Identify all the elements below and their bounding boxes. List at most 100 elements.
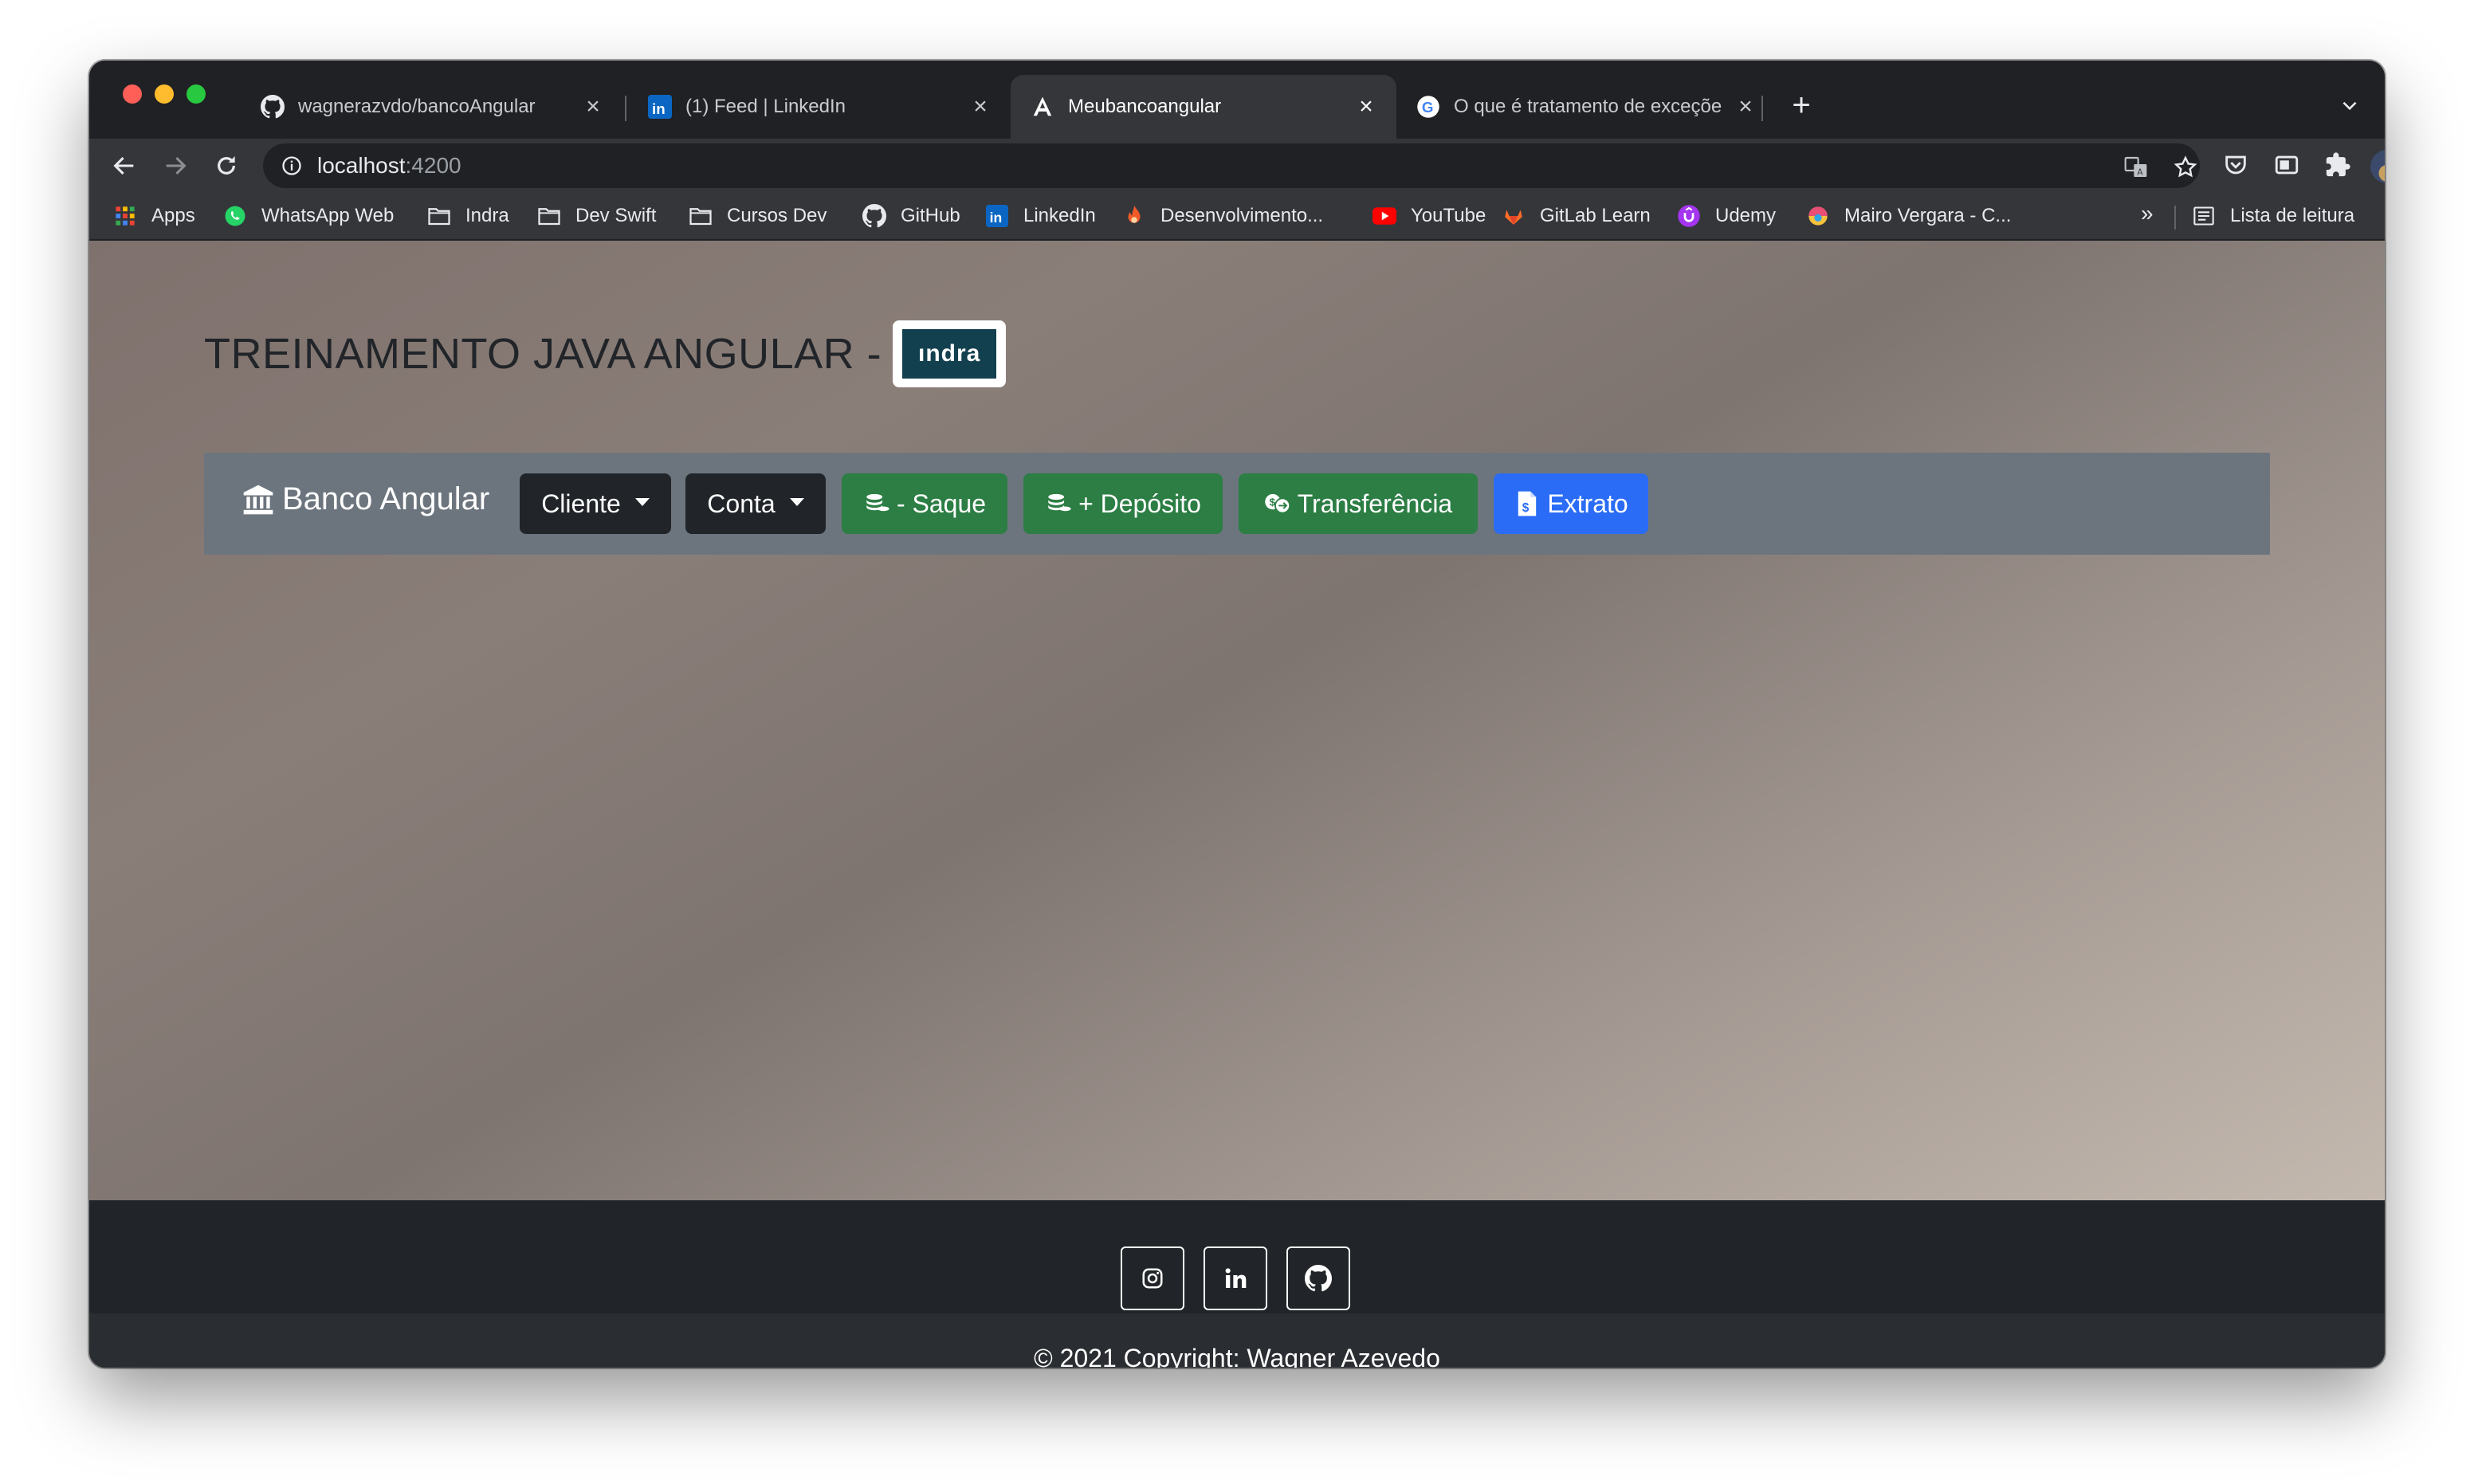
tab-linkedin[interactable]: in (1) Feed | LinkedIn ×: [628, 75, 1011, 139]
bookmark-label: Mairo Vergara - C...: [1844, 205, 2012, 226]
reading-list-button[interactable]: Lista de leitura: [2192, 202, 2354, 230]
svg-text:$: $: [1522, 501, 1530, 515]
linkedin-icon: in: [985, 204, 1009, 228]
browser-toolbar: localhost:4200 A: [89, 139, 2385, 191]
svg-text:in: in: [652, 100, 666, 117]
bookmark-whatsapp[interactable]: WhatsApp Web: [223, 202, 394, 230]
deposito-button[interactable]: + Depósito: [1023, 473, 1223, 534]
svg-text:G: G: [1422, 99, 1434, 116]
bookmark-github[interactable]: GitHub: [862, 202, 960, 230]
linkedin-button[interactable]: [1204, 1246, 1267, 1310]
bookmark-label: Desenvolvimento...: [1160, 205, 1324, 226]
minimize-window-button[interactable]: [155, 84, 174, 104]
file-invoice-icon: $: [1514, 490, 1541, 517]
bookmark-label: Dev Swift: [575, 205, 657, 226]
apps-grid-icon: [113, 204, 137, 228]
bookmark-label: GitHub: [901, 205, 960, 226]
browser-window: wagnerazvdo/bancoAngular × in (1) Feed |…: [89, 61, 2385, 1368]
conta-label: Conta: [707, 489, 776, 518]
bookmark-gitlab-learn[interactable]: GitLab Learn: [1502, 202, 1651, 230]
cliente-dropdown-button[interactable]: Cliente: [520, 473, 671, 534]
reading-list-label: Lista de leitura: [2230, 205, 2355, 226]
tab-separator: [625, 96, 626, 121]
youtube-icon: [1372, 204, 1396, 228]
tab-title: (1) Feed | LinkedIn: [685, 96, 846, 117]
transferencia-button[interactable]: $ Transferência: [1239, 473, 1478, 534]
tab-search-chevron-icon[interactable]: [2332, 88, 2367, 123]
extrato-label: Extrato: [1547, 489, 1628, 518]
saque-button[interactable]: - Saque: [842, 473, 1007, 534]
folder-icon: [537, 204, 561, 228]
folder-icon: [689, 204, 713, 228]
tab-meubancoangular[interactable]: Meubancoangular ×: [1011, 75, 1396, 139]
forward-arrow-icon[interactable]: [155, 145, 196, 186]
tab-title: Meubancoangular: [1068, 96, 1222, 117]
bookmark-star-icon[interactable]: [2170, 151, 2201, 183]
bookmarks-bar: Apps WhatsApp Web Indra Dev Swift Cursos…: [89, 191, 2385, 241]
bookmark-mairo-vergara[interactable]: Mairo Vergara - C...: [1806, 202, 2011, 230]
bank-icon: [243, 485, 273, 514]
coins-icon: [1045, 490, 1072, 517]
sidepanel-icon[interactable]: [2268, 147, 2305, 183]
bookmark-indra[interactable]: Indra: [427, 202, 509, 230]
tab-title: wagnerazvdo/bancoAngular: [298, 96, 536, 117]
udemy-icon: [1677, 204, 1701, 228]
bookmark-apps[interactable]: Apps: [113, 202, 195, 230]
instagram-button[interactable]: [1121, 1246, 1184, 1310]
url-text: localhost:4200: [317, 153, 461, 178]
gitlab-icon: [1502, 204, 1526, 228]
main-navbar: Banco Angular Cliente Conta - Saque + De…: [204, 453, 2270, 555]
tab-github[interactable]: wagnerazvdo/bancoAngular ×: [241, 75, 623, 139]
bookmarks-overflow-button[interactable]: »: [2141, 201, 2154, 226]
close-tab-icon[interactable]: ×: [969, 93, 992, 120]
site-info-icon[interactable]: [281, 155, 303, 177]
close-window-button[interactable]: [123, 84, 142, 104]
instagram-icon: [1142, 1268, 1163, 1289]
google-icon: G: [1416, 94, 1441, 120]
transferencia-label: Transferência: [1297, 489, 1453, 518]
angular-icon: [1030, 94, 1055, 120]
linkedin-icon: [1225, 1268, 1247, 1288]
maximize-window-button[interactable]: [187, 84, 206, 104]
new-tab-button[interactable]: +: [1779, 83, 1824, 128]
back-arrow-icon[interactable]: [104, 145, 145, 186]
colorful-icon: [1806, 204, 1830, 228]
translate-icon[interactable]: A: [2120, 151, 2152, 183]
brand-label: Banco Angular: [282, 481, 490, 516]
bookmark-udemy[interactable]: Udemy: [1677, 202, 1776, 230]
tab-separator: [1761, 96, 1763, 121]
close-tab-icon[interactable]: ×: [1355, 93, 1377, 120]
bookmark-youtube[interactable]: YouTube: [1372, 202, 1486, 230]
address-bar[interactable]: localhost:4200 A: [263, 143, 2200, 188]
extensions-puzzle-icon[interactable]: [2319, 147, 2356, 183]
navbar-brand[interactable]: Banco Angular: [241, 481, 489, 517]
github-icon: [260, 94, 285, 120]
conta-dropdown-button[interactable]: Conta: [685, 473, 826, 534]
svg-text:in: in: [990, 210, 1003, 226]
pocket-icon[interactable]: [2217, 147, 2254, 183]
github-button[interactable]: [1286, 1246, 1350, 1310]
bookmark-linkedin[interactable]: in LinkedIn: [985, 202, 1096, 230]
bookmark-cursos-dev[interactable]: Cursos Dev: [689, 202, 827, 230]
svg-text:A: A: [2137, 167, 2143, 177]
close-tab-icon[interactable]: ×: [582, 93, 604, 120]
bookmark-label: LinkedIn: [1023, 205, 1096, 226]
linkedin-icon: in: [647, 94, 673, 120]
tab-google[interactable]: G O que é tratamento de exceçõe ×: [1396, 75, 1776, 139]
bookmark-label: Udemy: [1715, 205, 1777, 226]
deposito-label: + Depósito: [1078, 489, 1201, 518]
bookmark-label: Apps: [151, 205, 195, 226]
saque-label: - Saque: [896, 489, 987, 518]
reload-icon[interactable]: [206, 145, 247, 186]
profile-avatar[interactable]: [2370, 150, 2385, 183]
bookmark-desenvolvimento[interactable]: Desenvolvimento...: [1122, 202, 1323, 230]
coins-icon: [863, 490, 890, 517]
github-icon: [1305, 1265, 1332, 1292]
bookmark-label: YouTube: [1411, 205, 1486, 226]
bookmark-dev-swift[interactable]: Dev Swift: [537, 202, 656, 230]
close-tab-icon[interactable]: ×: [1734, 93, 1757, 120]
author-link[interactable]: Wagner Azevedo: [1247, 1344, 1440, 1368]
indra-logo: ındra: [893, 320, 1007, 387]
tab-title: O que é tratamento de exceçõe: [1454, 96, 1722, 117]
extrato-button[interactable]: $ Extrato: [1494, 473, 1648, 534]
